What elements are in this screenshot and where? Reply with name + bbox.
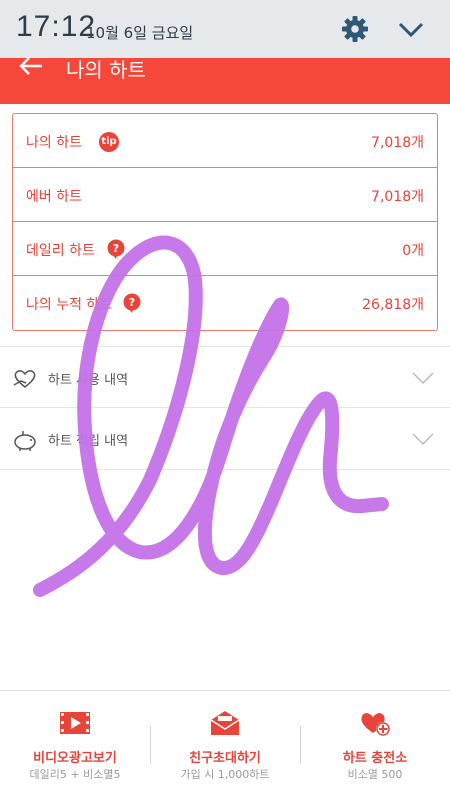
svg-text:?: ? <box>113 242 119 255</box>
row-label: 나의 누적 하트 <box>26 297 113 313</box>
bottom-action-bar: 비디오광고보기 데일리5 + 비소멸5 친구초대하기 가입 시 1,000하트 … <box>0 690 450 800</box>
bottom-item-subtitle: 가입 시 1,000하트 <box>180 768 270 781</box>
piggy-bank-icon <box>14 431 36 451</box>
app-bar: 나의 하트 <box>0 58 450 104</box>
heart-plus-icon <box>361 713 390 736</box>
invite-friends-button[interactable]: 친구초대하기 가입 시 1,000하트 <box>150 691 300 800</box>
bottom-item-title: 친구초대하기 <box>189 751 261 766</box>
heart-charge-station-button[interactable]: 하트 충전소 비소멸 500 <box>300 691 450 800</box>
heart-earning-history[interactable]: 하트 적립 내역 <box>0 408 450 470</box>
status-date: 10월 6일 금요일 <box>86 24 194 42</box>
summary-row-my-hearts: 나의 하트 tip 7,018개 <box>13 114 437 168</box>
row-value: 7,018개 <box>371 135 424 151</box>
history-label: 하트 사용 내역 <box>48 373 129 388</box>
summary-row-total-hearts: 나의 누적 하트 ? 26,818개 <box>13 276 437 330</box>
row-value: 0개 <box>402 243 424 259</box>
help-icon[interactable]: ? <box>123 293 141 313</box>
arrow-left-icon[interactable] <box>18 58 44 80</box>
heart-hand-icon <box>13 370 36 388</box>
svg-text:?: ? <box>129 296 135 309</box>
bottom-item-title: 비디오광고보기 <box>33 751 117 766</box>
clock-time: 17:12 <box>16 10 97 43</box>
row-label: 나의 하트 <box>26 135 82 151</box>
bottom-item-title: 하트 충전소 <box>342 751 408 766</box>
history-label: 하트 적립 내역 <box>48 434 129 449</box>
row-label: 에버 하트 <box>26 189 82 205</box>
status-bar: 17:12 10월 6일 금요일 <box>0 0 450 58</box>
bottom-item-subtitle: 비소멸 500 <box>347 768 403 781</box>
page-title: 나의 하트 <box>66 58 146 82</box>
chevron-down-icon[interactable] <box>412 371 434 385</box>
heart-summary-card: 나의 하트 tip 7,018개 에버 하트 7,018개 데일리 하트 ? 0… <box>12 113 438 331</box>
row-value: 7,018개 <box>371 189 424 205</box>
video-play-icon <box>60 712 90 734</box>
row-value: 26,818개 <box>362 297 424 313</box>
chevron-down-icon[interactable] <box>412 432 434 446</box>
summary-row-daily-hearts: 데일리 하트 ? 0개 <box>13 222 437 276</box>
chevron-down-icon[interactable] <box>398 18 424 40</box>
heart-usage-history[interactable]: 하트 사용 내역 <box>0 346 450 408</box>
tip-badge[interactable]: tip <box>99 132 119 152</box>
envelope-icon <box>210 711 240 735</box>
help-icon[interactable]: ? <box>107 239 125 259</box>
bottom-item-subtitle: 데일리5 + 비소멸5 <box>29 768 121 781</box>
summary-row-ever-hearts: 에버 하트 7,018개 <box>13 168 437 222</box>
row-label: 데일리 하트 <box>26 243 95 259</box>
watch-video-ad-button[interactable]: 비디오광고보기 데일리5 + 비소멸5 <box>0 691 150 800</box>
gear-icon[interactable] <box>340 14 370 44</box>
